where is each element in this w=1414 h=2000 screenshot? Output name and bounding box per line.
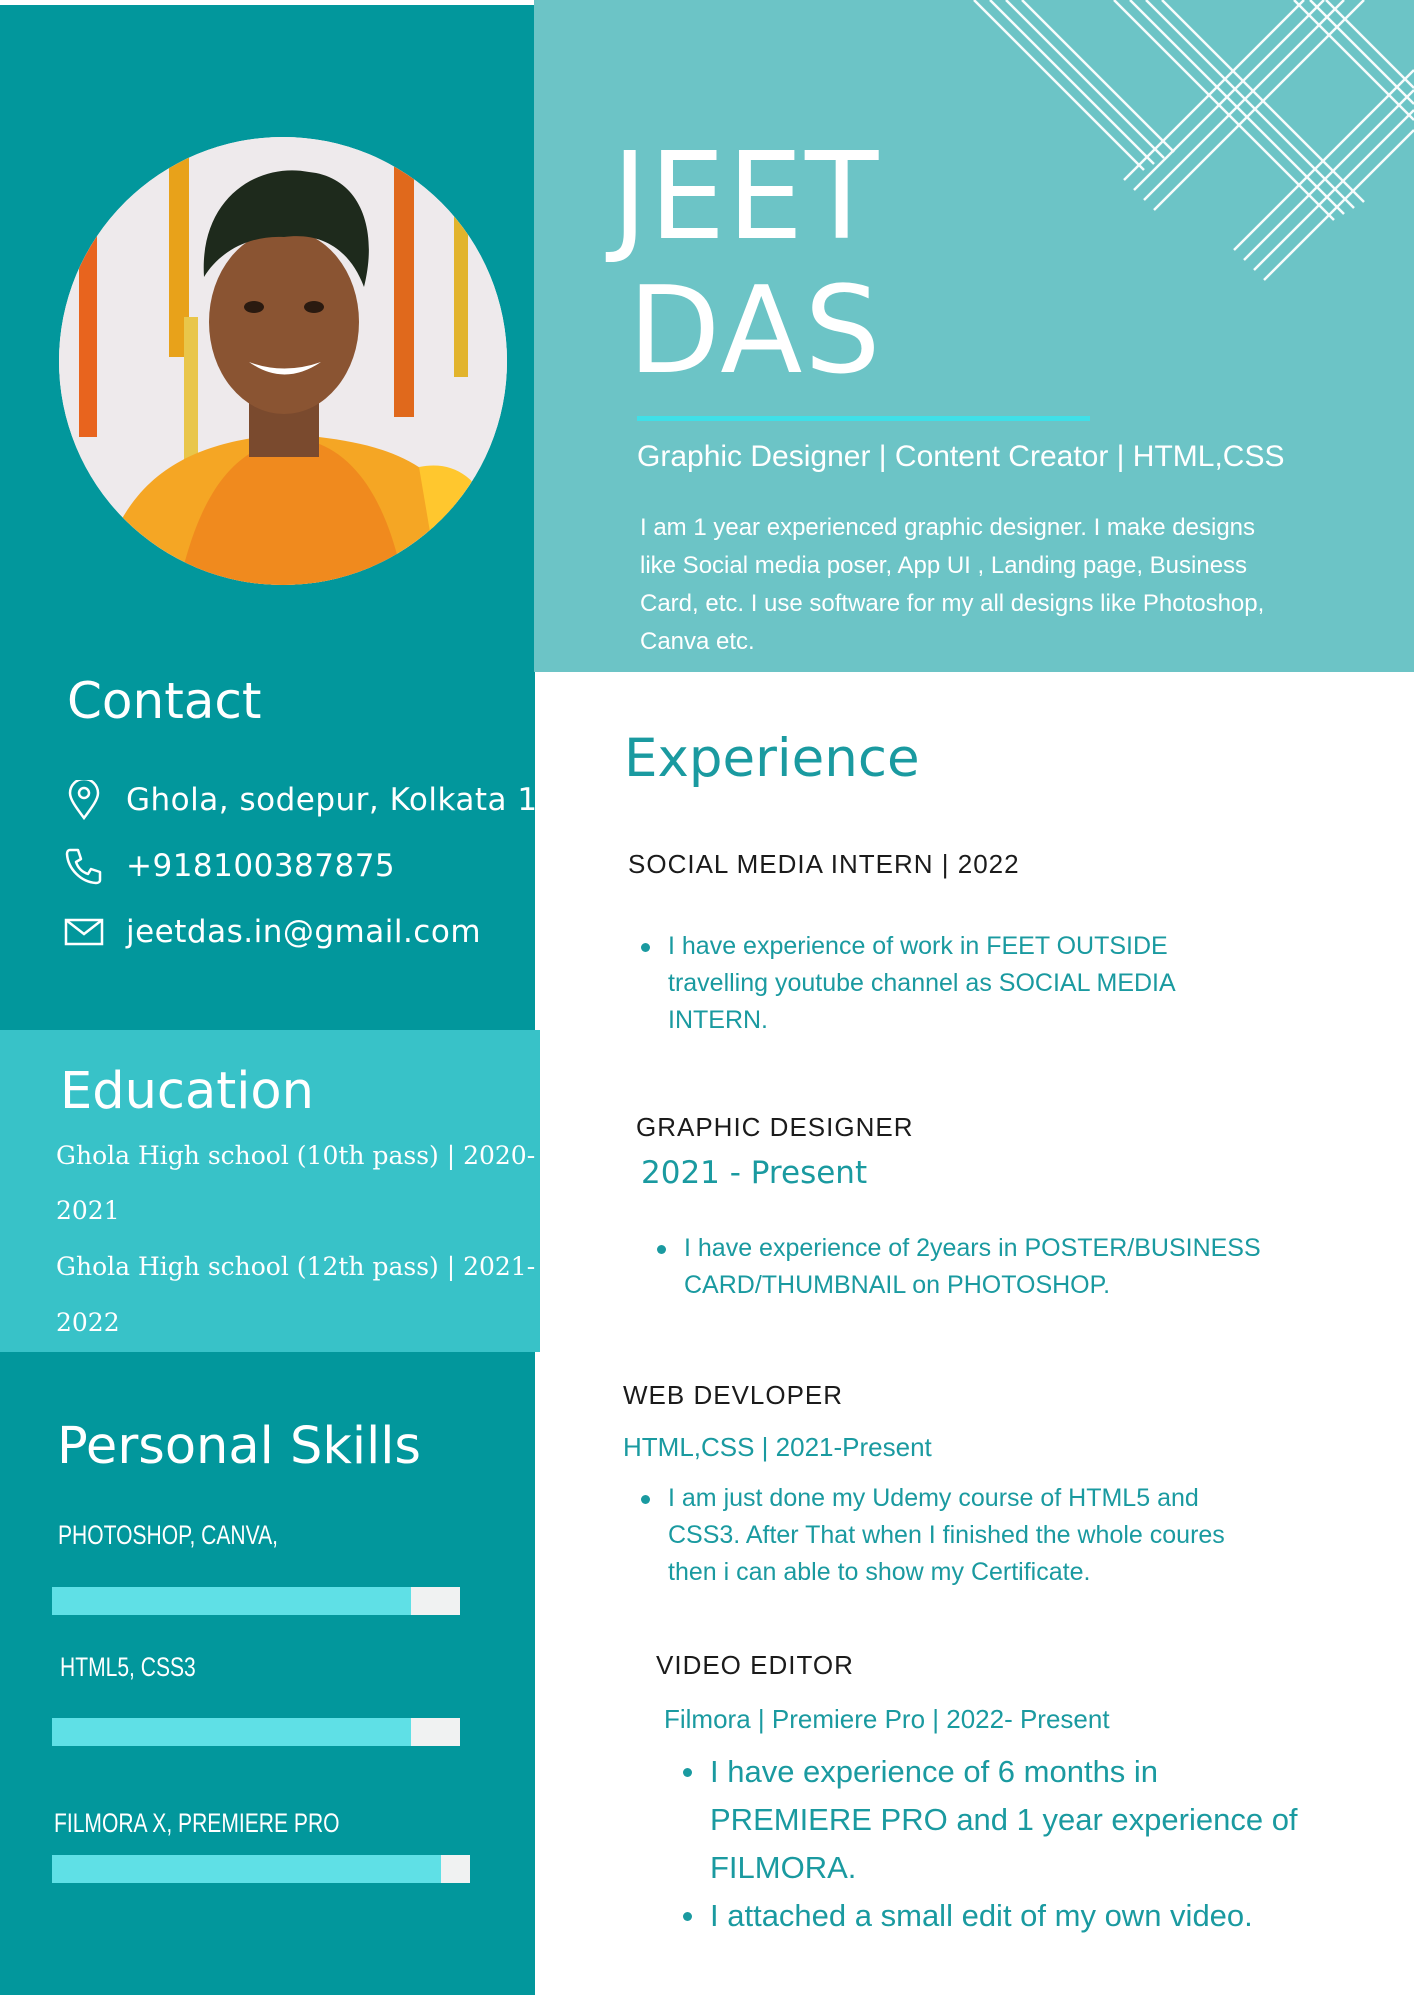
skill-bar-fill <box>52 1718 412 1746</box>
job-bullets: I have experience of 2years in POSTER/BU… <box>654 1230 1274 1304</box>
phone-icon <box>64 846 104 886</box>
phone-text[interactable]: +918100387875 <box>126 848 395 884</box>
resume-page: Contact Ghola, sodepur, Kolkata 111 +918… <box>0 0 1414 2000</box>
skill-bar <box>52 1855 470 1883</box>
address-text: Ghola, sodepur, Kolkata 111 <box>126 782 579 818</box>
last-name: DAS <box>628 262 883 401</box>
education-line: Ghola High school (10th pass) | 2020- <box>56 1141 536 1170</box>
tagline: Graphic Designer | Content Creator | HTM… <box>637 440 1285 473</box>
job-subtitle: 2021 - Present <box>641 1155 868 1191</box>
education-line: Ghola High school (12th pass) | 2021- <box>56 1252 536 1281</box>
bullet-item: I am just done my Udemy course of HTML5 … <box>638 1480 1258 1591</box>
skill-bar-fill <box>52 1587 412 1615</box>
education-line: 2021 <box>56 1196 120 1225</box>
envelope-icon <box>64 912 104 952</box>
job-title: WEB DEVLOPER <box>623 1380 844 1410</box>
summary-text: I am 1 year experienced graphic designer… <box>640 514 1265 655</box>
job-bullets: I am just done my Udemy course of HTML5 … <box>638 1480 1258 1591</box>
experience-heading: Experience <box>624 728 920 789</box>
education-heading: Education <box>60 1062 314 1121</box>
bullet-item: I have experience of work in FEET OUTSID… <box>638 928 1258 1039</box>
skill-label: FILMORA X, PREMIERE PRO <box>54 1808 340 1838</box>
contact-address: Ghola, sodepur, Kolkata 111 <box>64 780 578 820</box>
job-bullets: I have experience of 6 months in PREMIER… <box>680 1748 1310 1940</box>
job-subtitle: Filmora | Premiere Pro | 2022- Present <box>664 1704 1110 1734</box>
contact-heading: Contact <box>67 672 262 730</box>
education-line: 2022 <box>56 1308 120 1337</box>
job-subtitle: HTML,CSS | 2021-Present <box>623 1432 932 1462</box>
skill-label: PHOTOSHOP, CANVA, <box>58 1520 279 1550</box>
skill-bar-fill <box>52 1855 441 1883</box>
profile-photo <box>59 137 507 585</box>
job-title: GRAPHIC DESIGNER <box>636 1112 914 1142</box>
bullet-item: I have experience of 2years in POSTER/BU… <box>654 1230 1274 1304</box>
skill-bar <box>52 1718 460 1746</box>
bullet-item: I have experience of 6 months in PREMIER… <box>680 1748 1310 1892</box>
bullet-item: I attached a small edit of my own video. <box>680 1892 1310 1940</box>
job-title: VIDEO EDITOR <box>656 1650 854 1680</box>
skill-label: HTML5, CSS3 <box>60 1652 196 1682</box>
skill-bar <box>52 1587 460 1615</box>
job-title: SOCIAL MEDIA INTERN | 2022 <box>628 849 1020 879</box>
job-bullets: I have experience of work in FEET OUTSID… <box>638 928 1258 1039</box>
contact-email: jeetdas.in@gmail.com <box>64 912 481 952</box>
first-name: JEET <box>612 128 881 267</box>
contact-phone: +918100387875 <box>64 846 395 886</box>
skills-heading: Personal Skills <box>57 1417 421 1476</box>
email-text[interactable]: jeetdas.in@gmail.com <box>126 914 481 950</box>
title-underline <box>637 416 1090 421</box>
location-pin-icon <box>64 780 104 820</box>
